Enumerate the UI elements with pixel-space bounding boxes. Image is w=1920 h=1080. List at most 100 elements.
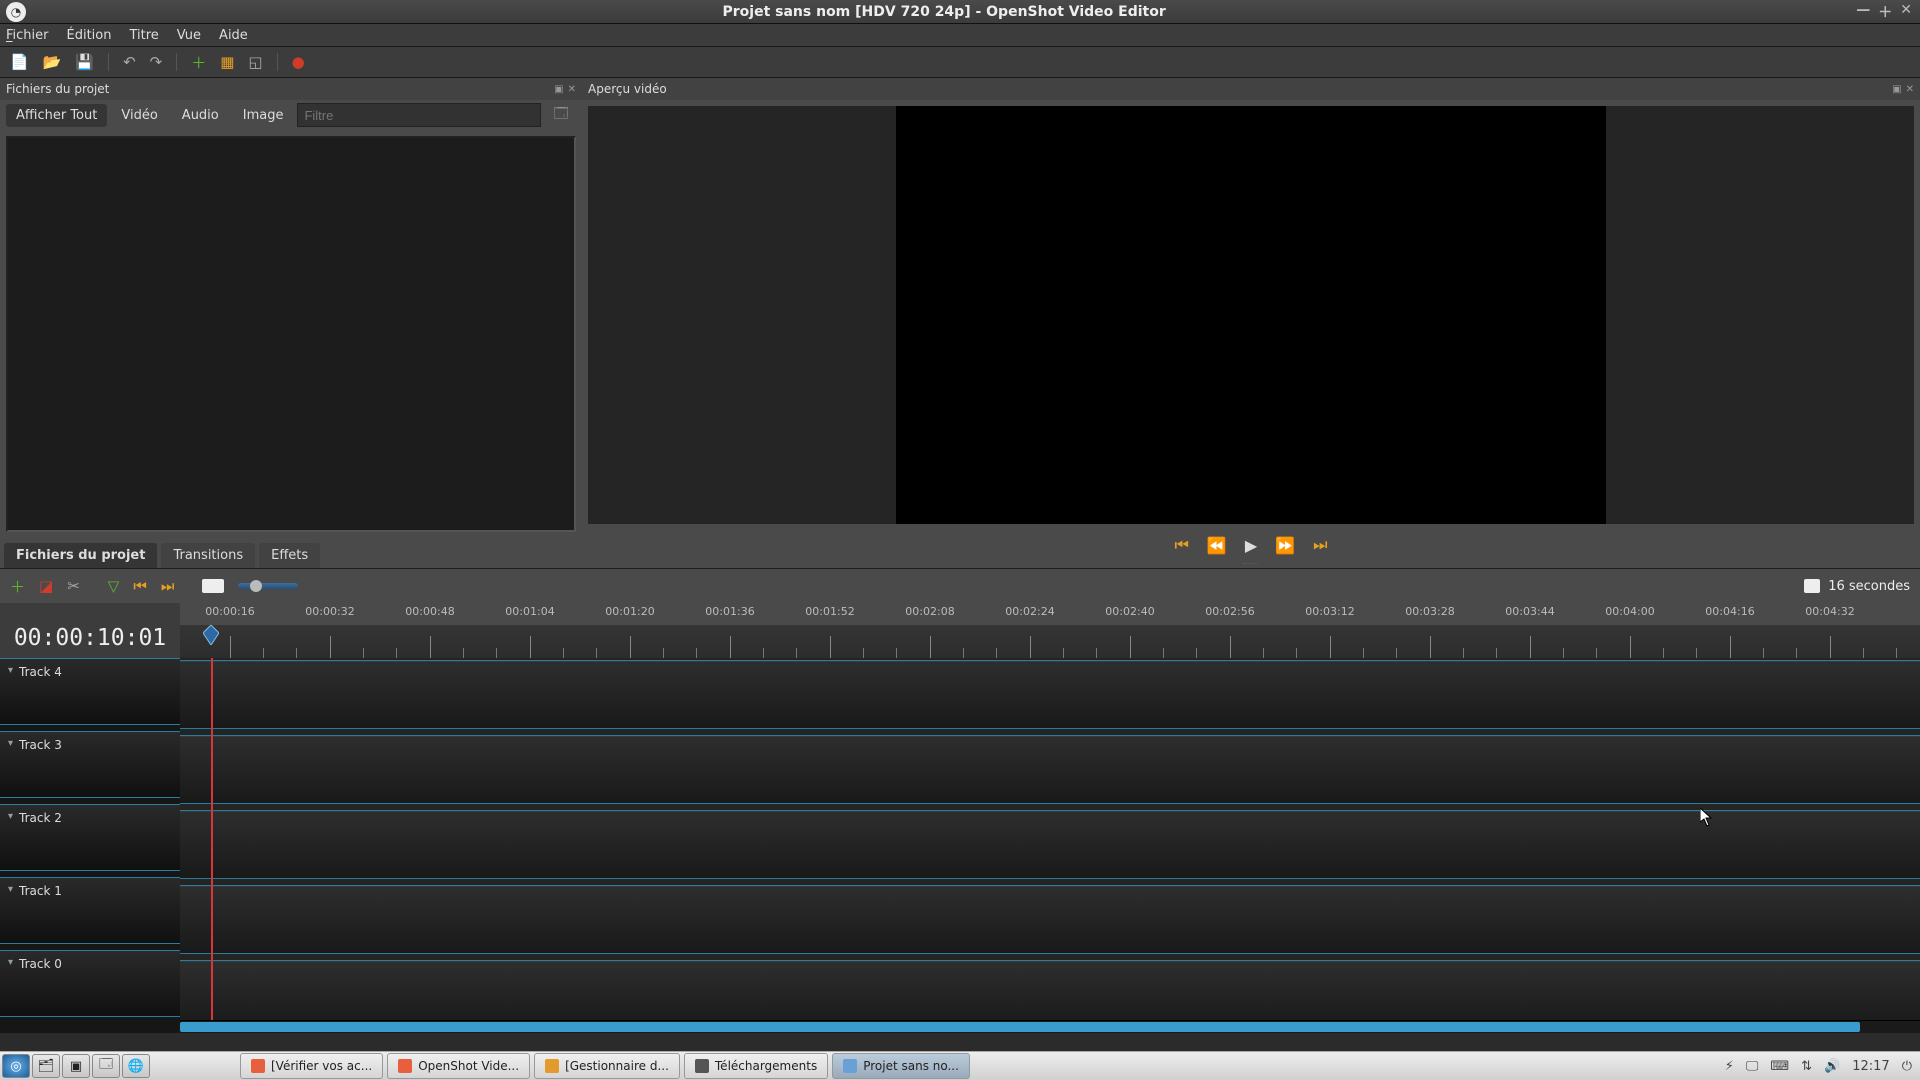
razor-tool-icon[interactable]: ✂ bbox=[67, 577, 80, 595]
taskbar-task[interactable]: Téléchargements bbox=[684, 1053, 828, 1079]
start-menu-button[interactable]: ◎ bbox=[2, 1054, 30, 1078]
tray-session-icon[interactable]: ⏻ bbox=[1902, 1059, 1912, 1074]
system-taskbar: ◎ 🗂 ▣ 🗔 🌐 [Vérifier vos ac... OpenShot Vi… bbox=[0, 1051, 1920, 1080]
redo-icon[interactable]: ↷ bbox=[150, 53, 163, 71]
menu-file[interactable]: Fichier bbox=[6, 28, 49, 43]
export-video-icon[interactable]: ● bbox=[292, 53, 305, 71]
track-row[interactable] bbox=[180, 810, 1920, 879]
track-label[interactable]: ▾Track 3 bbox=[0, 731, 180, 798]
ruler-tick-label: 00:03:28 bbox=[1405, 605, 1454, 618]
detach-panel-icon[interactable]: ▣ bbox=[554, 84, 563, 95]
track-row[interactable] bbox=[180, 960, 1920, 1029]
track-label[interactable]: ▾Track 4 bbox=[0, 658, 180, 725]
zoom-slider[interactable] bbox=[238, 583, 298, 589]
filter-input[interactable] bbox=[297, 103, 541, 127]
ruler-tick-label: 00:02:56 bbox=[1205, 605, 1254, 618]
play-icon[interactable]: ▶ bbox=[1245, 536, 1257, 555]
filter-tab-all[interactable]: Afficher Tout bbox=[6, 104, 107, 127]
thumbnail-view-icon[interactable]: 🗔 bbox=[553, 103, 568, 127]
save-project-icon[interactable]: 💾 bbox=[75, 53, 94, 71]
menu-edit[interactable]: Édition bbox=[67, 28, 112, 43]
tray-power-icon[interactable]: ⚡ bbox=[1725, 1059, 1734, 1074]
maximize-button[interactable]: ＋ bbox=[1878, 2, 1892, 22]
track-row[interactable] bbox=[180, 735, 1920, 804]
toolbar-separator bbox=[277, 53, 278, 71]
close-button[interactable]: ✕ bbox=[1900, 2, 1912, 22]
track-label[interactable]: ▾ Track 1 bbox=[0, 877, 180, 944]
prev-marker-icon[interactable]: ⏮ bbox=[133, 577, 147, 595]
rewind-icon[interactable]: ⏪ bbox=[1207, 536, 1227, 555]
jump-start-icon[interactable]: ⏮ bbox=[1175, 535, 1189, 555]
detach-panel-icon[interactable]: ▣ bbox=[1892, 84, 1901, 95]
menu-title[interactable]: Titre bbox=[129, 28, 158, 43]
preview-viewport[interactable] bbox=[588, 106, 1914, 524]
center-playhead-toggle[interactable] bbox=[202, 579, 224, 593]
filter-tab-video[interactable]: Vidéo bbox=[111, 104, 167, 127]
task-label: [Gestionnaire d... bbox=[565, 1059, 669, 1073]
taskbar-task[interactable]: [Gestionnaire d... bbox=[534, 1053, 680, 1079]
tray-keyboard-icon[interactable]: ⌨ bbox=[1770, 1059, 1789, 1074]
duration-badge: 16 secondes bbox=[1804, 579, 1910, 594]
taskbar-task[interactable]: OpenShot Vide... bbox=[387, 1053, 530, 1079]
ruler-tick-label: 00:02:24 bbox=[1005, 605, 1054, 618]
launcher-files-icon[interactable]: 🗂 bbox=[32, 1054, 60, 1078]
tray-network-icon[interactable]: ⇅ bbox=[1801, 1059, 1812, 1074]
timeline-scrollbar-thumb[interactable] bbox=[180, 1022, 1860, 1032]
launcher-browser-icon[interactable]: 🌐 bbox=[122, 1054, 150, 1078]
main-toolbar: 📄 📂 💾 ↶ ↷ ＋ ▦ ◱ ● bbox=[0, 47, 1920, 78]
toolbar-separator bbox=[108, 53, 109, 71]
video-canvas bbox=[896, 106, 1606, 524]
tray-clock[interactable]: 12:17 bbox=[1852, 1059, 1889, 1074]
tab-transitions[interactable]: Transitions bbox=[161, 543, 255, 568]
track-name: Track 1 bbox=[19, 884, 62, 898]
undo-icon[interactable]: ↶ bbox=[123, 53, 136, 71]
track-label[interactable]: ▾Track 0 bbox=[0, 950, 180, 1017]
jump-end-icon[interactable]: ⏭ bbox=[1313, 535, 1327, 555]
track-row[interactable] bbox=[180, 660, 1920, 729]
ruler-tick-label: 00:02:08 bbox=[905, 605, 954, 618]
duration-icon bbox=[1804, 579, 1820, 593]
taskbar-task[interactable]: [Vérifier vos ac... bbox=[240, 1053, 383, 1079]
tray-volume-icon[interactable]: 🔊 bbox=[1824, 1059, 1840, 1074]
minimize-button[interactable]: — bbox=[1856, 2, 1870, 22]
play-controls: ⏮ ⏪ ▶ ⏩ ⏭ bbox=[582, 530, 1920, 560]
launcher-desktop-icon[interactable]: 🗔 bbox=[92, 1054, 120, 1078]
task-icon bbox=[695, 1059, 709, 1073]
close-panel-icon[interactable]: ✕ bbox=[1906, 84, 1914, 95]
splitter-grip[interactable]: ┄┄┄ bbox=[582, 560, 1920, 568]
track-name: Track 2 bbox=[19, 811, 62, 825]
playhead-handle[interactable] bbox=[203, 625, 219, 645]
tab-effects[interactable]: Effets bbox=[259, 543, 320, 568]
track-row[interactable] bbox=[180, 885, 1920, 954]
track-labels: ▾Track 4▾Track 3▾Track 2▾Track 1▾Track 0 bbox=[0, 658, 180, 1033]
menu-help[interactable]: Aide bbox=[219, 28, 248, 43]
project-files-title: Fichiers du projet bbox=[6, 82, 109, 96]
tray-display-icon[interactable]: 🖵 bbox=[1746, 1059, 1759, 1074]
filter-tab-image[interactable]: Image bbox=[233, 104, 294, 127]
task-label: OpenShot Vide... bbox=[418, 1059, 519, 1073]
profile-icon[interactable]: ▦ bbox=[220, 53, 234, 71]
track-body[interactable] bbox=[180, 658, 1920, 1033]
filter-tab-audio[interactable]: Audio bbox=[172, 104, 229, 127]
tab-project-files[interactable]: Fichiers du projet bbox=[4, 543, 157, 568]
timeline-scrollbar[interactable] bbox=[180, 1020, 1920, 1033]
close-panel-icon[interactable]: ✕ bbox=[568, 84, 576, 95]
new-project-icon[interactable]: 📄 bbox=[10, 53, 29, 71]
add-marker-icon[interactable]: ▽ bbox=[108, 577, 120, 595]
chevron-down-icon: ▾ bbox=[8, 884, 13, 895]
launcher-terminal-icon[interactable]: ▣ bbox=[62, 1054, 90, 1078]
fullscreen-icon[interactable]: ◱ bbox=[248, 53, 262, 71]
next-marker-icon[interactable]: ⏭ bbox=[161, 577, 175, 595]
add-track-icon[interactable]: ＋ bbox=[10, 576, 25, 597]
forward-icon[interactable]: ⏩ bbox=[1275, 536, 1295, 555]
import-files-icon[interactable]: ＋ bbox=[191, 52, 206, 73]
timeline-ruler[interactable]: 00:00:1600:00:3200:00:4800:01:0400:01:20… bbox=[180, 603, 1920, 658]
chevron-down-icon: ▾ bbox=[8, 665, 13, 676]
menu-view[interactable]: Vue bbox=[177, 28, 201, 43]
snapping-icon[interactable]: ◪ bbox=[39, 577, 53, 595]
preview-title: Aperçu vidéo bbox=[588, 82, 667, 96]
track-label[interactable]: ▾Track 2 bbox=[0, 804, 180, 871]
taskbar-task[interactable]: Projet sans no... bbox=[832, 1053, 970, 1079]
open-project-icon[interactable]: 📂 bbox=[43, 53, 62, 71]
project-files-area[interactable] bbox=[6, 136, 576, 532]
